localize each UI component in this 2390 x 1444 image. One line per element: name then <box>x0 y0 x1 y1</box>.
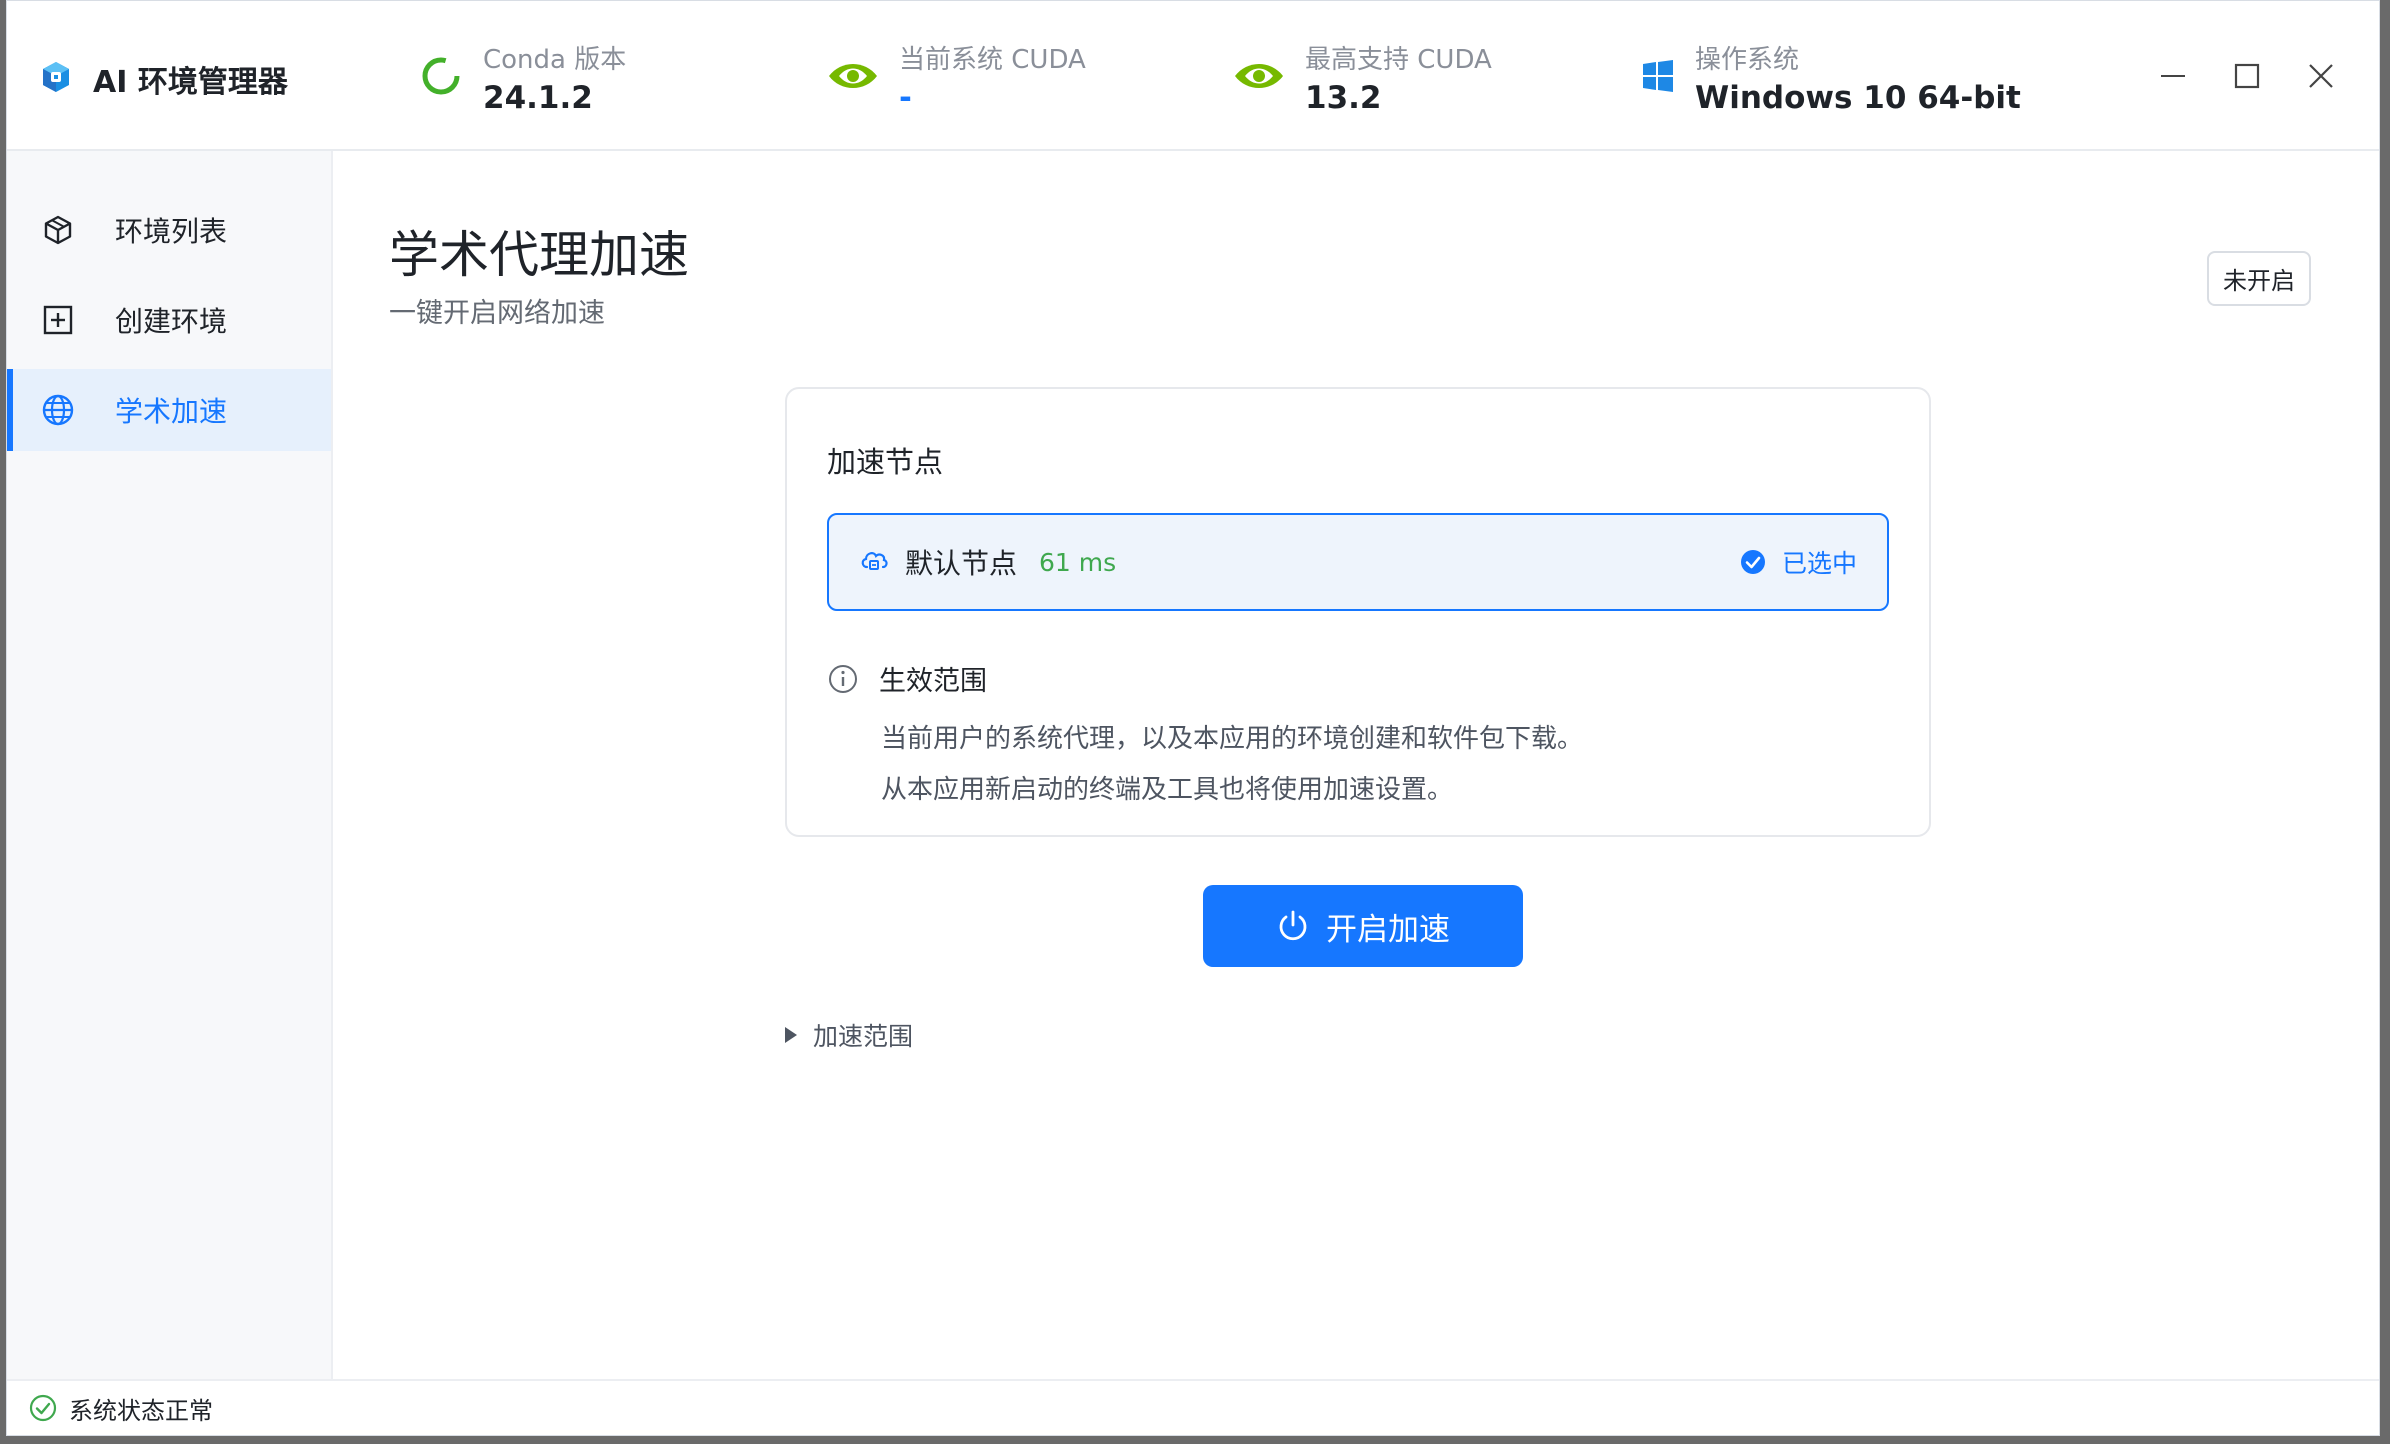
check-circle-icon <box>1740 550 1765 574</box>
max-cuda-value: 13.2 <box>1305 80 1382 116</box>
node-name: 默认节点 <box>905 547 1018 580</box>
scope-description-line: 当前用户的系统代理，以及本应用的环境创建和软件包下载。 <box>881 724 1584 754</box>
os-label: 操作系统 <box>1695 45 1800 75</box>
app-logo-icon <box>39 60 73 98</box>
accel-scope-expander[interactable]: 加速范围 <box>785 1017 913 1053</box>
power-icon <box>1279 910 1307 941</box>
maximize-button[interactable] <box>2217 51 2277 101</box>
current-cuda-info: 当前系统 CUDA - <box>827 39 1086 116</box>
content-area: 环境列表 创建环境 学术加速 学术代理加速 一键开启网络加速 未开启 加速节点 … <box>7 151 2379 1379</box>
max-cuda-label: 最高支持 CUDA <box>1305 45 1492 75</box>
os-value: Windows 10 64-bit <box>1695 80 2021 116</box>
conda-version-info: Conda 版本 24.1.2 <box>419 39 626 116</box>
plus-square-icon <box>41 303 75 337</box>
current-cuda-value: - <box>899 80 912 116</box>
sidebar-item-label: 创建环境 <box>115 305 228 338</box>
expander-label: 加速范围 <box>813 1022 914 1051</box>
scope-description-line: 从本应用新启动的终端及工具也将使用加速设置。 <box>881 775 1454 805</box>
status-badge: 未开启 <box>2207 251 2311 306</box>
sidebar-item-label: 学术加速 <box>115 395 228 428</box>
globe-icon <box>41 393 75 427</box>
max-cuda-info: 最高支持 CUDA 13.2 <box>1233 39 1492 116</box>
sidebar-item-create-env[interactable]: 创建环境 <box>7 279 331 361</box>
system-status-text: 系统状态正常 <box>69 1396 213 1425</box>
card-title: 加速节点 <box>827 445 944 479</box>
sidebar-item-env-list[interactable]: 环境列表 <box>7 189 331 271</box>
close-button[interactable] <box>2291 51 2351 101</box>
node-option-default[interactable]: 默认节点 61 ms 已选中 <box>827 513 1889 611</box>
sidebar: 环境列表 创建环境 学术加速 <box>7 151 333 1379</box>
check-circle-icon <box>29 1394 57 1422</box>
info-icon <box>829 664 857 693</box>
start-acceleration-label: 开启加速 <box>1326 911 1450 947</box>
nvidia-icon <box>1233 58 1285 98</box>
conda-version-label: Conda 版本 <box>483 45 627 75</box>
page-title: 学术代理加速 <box>389 226 689 284</box>
app-title: AI 环境管理器 <box>93 65 288 100</box>
title-bar: AI 环境管理器 Conda 版本 24.1.2 当前系统 CUDA - 最高支… <box>7 1 2379 151</box>
node-selected-label: 已选中 <box>1781 549 1857 578</box>
sidebar-item-academic-accel[interactable]: 学术加速 <box>7 369 331 451</box>
main-panel: 学术代理加速 一键开启网络加速 未开启 加速节点 默认节点 61 ms 已选中 … <box>333 151 2379 1379</box>
accel-node-card: 加速节点 默认节点 61 ms 已选中 生效范围 当前用户的系统代理，以及本应用… <box>785 387 1931 837</box>
status-bar: 系统状态正常 <box>7 1379 2379 1435</box>
windows-icon <box>1641 59 1675 97</box>
nvidia-icon <box>827 58 879 98</box>
close-icon <box>2309 64 2333 88</box>
brand: AI 环境管理器 <box>39 57 288 101</box>
minimize-icon <box>2161 75 2185 77</box>
scope-section: 生效范围 当前用户的系统代理，以及本应用的环境创建和软件包下载。 从本应用新启动… <box>827 659 1583 806</box>
cube-icon <box>41 213 75 247</box>
cloud-icon <box>859 547 889 577</box>
current-cuda-label: 当前系统 CUDA <box>899 45 1086 75</box>
node-latency: 61 ms <box>1039 547 1117 577</box>
minimize-button[interactable] <box>2143 51 2203 101</box>
scope-title: 生效范围 <box>879 666 987 697</box>
node-selected-indicator: 已选中 <box>1740 544 1857 580</box>
caret-right-icon <box>785 1027 797 1043</box>
conda-icon <box>419 54 463 102</box>
os-info: 操作系统 Windows 10 64-bit <box>1641 39 2021 116</box>
sidebar-item-label: 环境列表 <box>115 215 228 248</box>
app-window: AI 环境管理器 Conda 版本 24.1.2 当前系统 CUDA - 最高支… <box>6 0 2380 1436</box>
start-acceleration-button[interactable]: 开启加速 <box>1203 885 1523 967</box>
page-subtitle: 一键开启网络加速 <box>389 298 605 329</box>
maximize-icon <box>2234 63 2260 89</box>
conda-version-value: 24.1.2 <box>483 80 593 116</box>
